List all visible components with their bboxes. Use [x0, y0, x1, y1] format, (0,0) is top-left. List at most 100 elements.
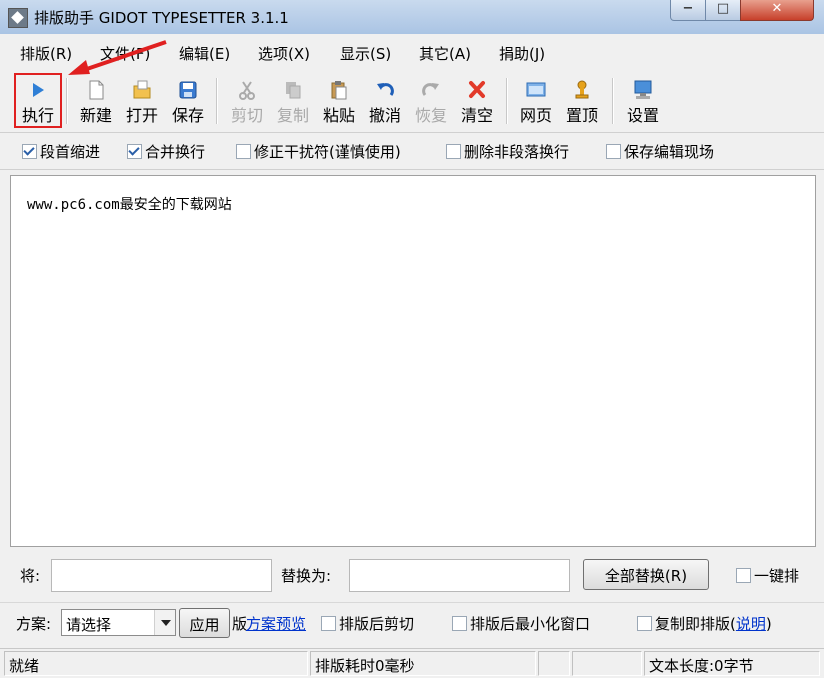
copy-button[interactable]: 复制: [270, 74, 316, 128]
app-window: 排版助手 GIDOT TYPESETTER 3.1.1 − □ ✕ 排版(R) …: [0, 0, 824, 678]
paste-label: 粘贴: [322, 106, 355, 125]
undo-button[interactable]: 撤消: [362, 74, 408, 128]
scheme-select[interactable]: 请选择: [61, 609, 176, 636]
pin-top-button[interactable]: 置顶: [559, 74, 605, 128]
find-input[interactable]: [51, 559, 272, 592]
redo-button[interactable]: 恢复: [408, 74, 454, 128]
checkbox[interactable]: [127, 144, 142, 159]
cut-label: 剪切: [230, 106, 263, 125]
editor-content: www.pc6.com最安全的下载网站: [27, 197, 232, 213]
paste-button[interactable]: 粘贴: [316, 74, 362, 128]
cut-after-label: 排版后剪切: [339, 615, 415, 633]
maximize-icon: □: [716, 1, 730, 16]
option-label: 合并换行: [145, 143, 206, 161]
redo-icon: [422, 83, 439, 96]
clear-button[interactable]: 清空: [454, 74, 500, 128]
scheme-row: 方案: 请选择 应用 版 方案预览 排版后剪切 排版后最小化窗口 复制即排版(说…: [0, 602, 824, 645]
checkbox[interactable]: [446, 144, 461, 159]
menu-other[interactable]: 其它(A): [419, 43, 471, 64]
pin-top-icon: [575, 80, 589, 99]
chevron-down-icon: [154, 610, 175, 635]
apply-button[interactable]: 应用: [179, 608, 230, 638]
copy-icon: [286, 82, 301, 99]
checkbox[interactable]: [606, 144, 621, 159]
option-fix-interference[interactable]: 修正干扰符(谨慎使用): [236, 141, 401, 162]
checkbox[interactable]: [321, 616, 336, 631]
help-suffix: ): [765, 615, 772, 633]
settings-monitor-icon: [634, 80, 652, 99]
open-label: 打开: [125, 106, 158, 125]
save-button[interactable]: 保存: [165, 74, 211, 128]
option-paragraph-indent[interactable]: 段首缩进: [22, 141, 100, 162]
option-merge-lines[interactable]: 合并换行: [127, 141, 205, 162]
replace-all-button[interactable]: 全部替换(R): [583, 559, 709, 590]
checkbox[interactable]: [22, 144, 37, 159]
maximize-button[interactable]: □: [705, 0, 741, 21]
toolbar-separator: [216, 78, 218, 124]
new-button[interactable]: 新建: [73, 74, 119, 128]
cut-button[interactable]: 剪切: [224, 74, 270, 128]
option-label: 段首缩进: [40, 143, 101, 161]
checkbox[interactable]: [637, 616, 652, 631]
toolbar: 执行 新建 打开 保存 剪切 复制 粘贴 撤消 恢复 清空 网页 置顶 设置: [0, 70, 824, 133]
toolbar-separator: [506, 78, 508, 124]
settings-button[interactable]: 设置: [620, 74, 666, 128]
paste-icon: [331, 81, 347, 100]
option-minimize-after-typeset[interactable]: 排版后最小化窗口: [452, 613, 590, 634]
minimize-icon: −: [682, 1, 694, 16]
scheme-preview-link[interactable]: 方案预览: [246, 613, 306, 634]
clear-label: 清空: [460, 106, 493, 125]
replace-input[interactable]: [349, 559, 570, 592]
text-editor[interactable]: www.pc6.com最安全的下载网站: [10, 175, 816, 547]
toolbar-separator: [66, 78, 68, 124]
one-click-label: 一键排: [754, 567, 800, 585]
webpage-icon: [526, 82, 546, 97]
options-row: 段首缩进 合并换行 修正干扰符(谨慎使用) 删除非段落换行 保存编辑现场: [0, 133, 824, 170]
annotation-highlight-box: [14, 73, 62, 128]
scheme-label: 方案:: [16, 615, 52, 633]
option-label: 删除非段落换行: [464, 143, 570, 161]
status-text-length: 文本长度:0字节: [644, 651, 820, 676]
redo-label: 恢复: [414, 106, 447, 125]
undo-label: 撤消: [368, 106, 401, 125]
toolbar-separator: [612, 78, 614, 124]
webpage-button[interactable]: 网页: [513, 74, 559, 128]
find-label: 将:: [20, 567, 41, 585]
close-button[interactable]: ✕: [740, 0, 814, 21]
menu-edit[interactable]: 编辑(E): [179, 43, 230, 64]
minimize-button[interactable]: −: [670, 0, 706, 21]
webpage-label: 网页: [519, 106, 552, 125]
minimize-after-label: 排版后最小化窗口: [470, 615, 591, 633]
open-button[interactable]: 打开: [119, 74, 165, 128]
option-cut-after-typeset[interactable]: 排版后剪切: [321, 613, 414, 634]
copy-typeset-label: 复制即排版(: [655, 615, 736, 633]
app-logo-icon: [8, 8, 28, 28]
save-label: 保存: [171, 106, 204, 125]
window-title: 排版助手 GIDOT TYPESETTER 3.1.1: [34, 9, 289, 27]
menu-options[interactable]: 选项(X): [258, 43, 310, 64]
undo-icon: [377, 83, 394, 96]
one-click-typeset-option[interactable]: 一键排: [736, 565, 799, 586]
annotation-arrow-icon: [68, 40, 167, 75]
replace-with-label: 替换为:: [281, 567, 332, 585]
checkbox[interactable]: [736, 568, 751, 583]
new-label: 新建: [79, 106, 112, 125]
option-delete-non-paragraph-breaks[interactable]: 删除非段落换行: [446, 141, 569, 162]
copy-label: 复制: [276, 106, 309, 125]
save-disk-icon: [179, 81, 197, 99]
checkbox[interactable]: [452, 616, 467, 631]
option-copy-typeset[interactable]: 复制即排版(说明): [637, 613, 772, 634]
open-folder-icon: [133, 80, 151, 99]
settings-label: 设置: [626, 106, 659, 125]
status-empty-cell: [538, 651, 570, 676]
clear-x-icon: [469, 81, 485, 98]
pin-top-label: 置顶: [565, 106, 598, 125]
checkbox[interactable]: [236, 144, 251, 159]
menu-donate[interactable]: 捐助(J): [499, 43, 545, 64]
option-save-edit-state[interactable]: 保存编辑现场: [606, 141, 714, 162]
scheme-selected: 请选择: [66, 616, 112, 634]
help-link[interactable]: 说明: [736, 615, 766, 633]
status-empty-cell: [572, 651, 642, 676]
menu-display[interactable]: 显示(S): [340, 43, 391, 64]
title-bar: 排版助手 GIDOT TYPESETTER 3.1.1 − □ ✕: [0, 0, 824, 34]
